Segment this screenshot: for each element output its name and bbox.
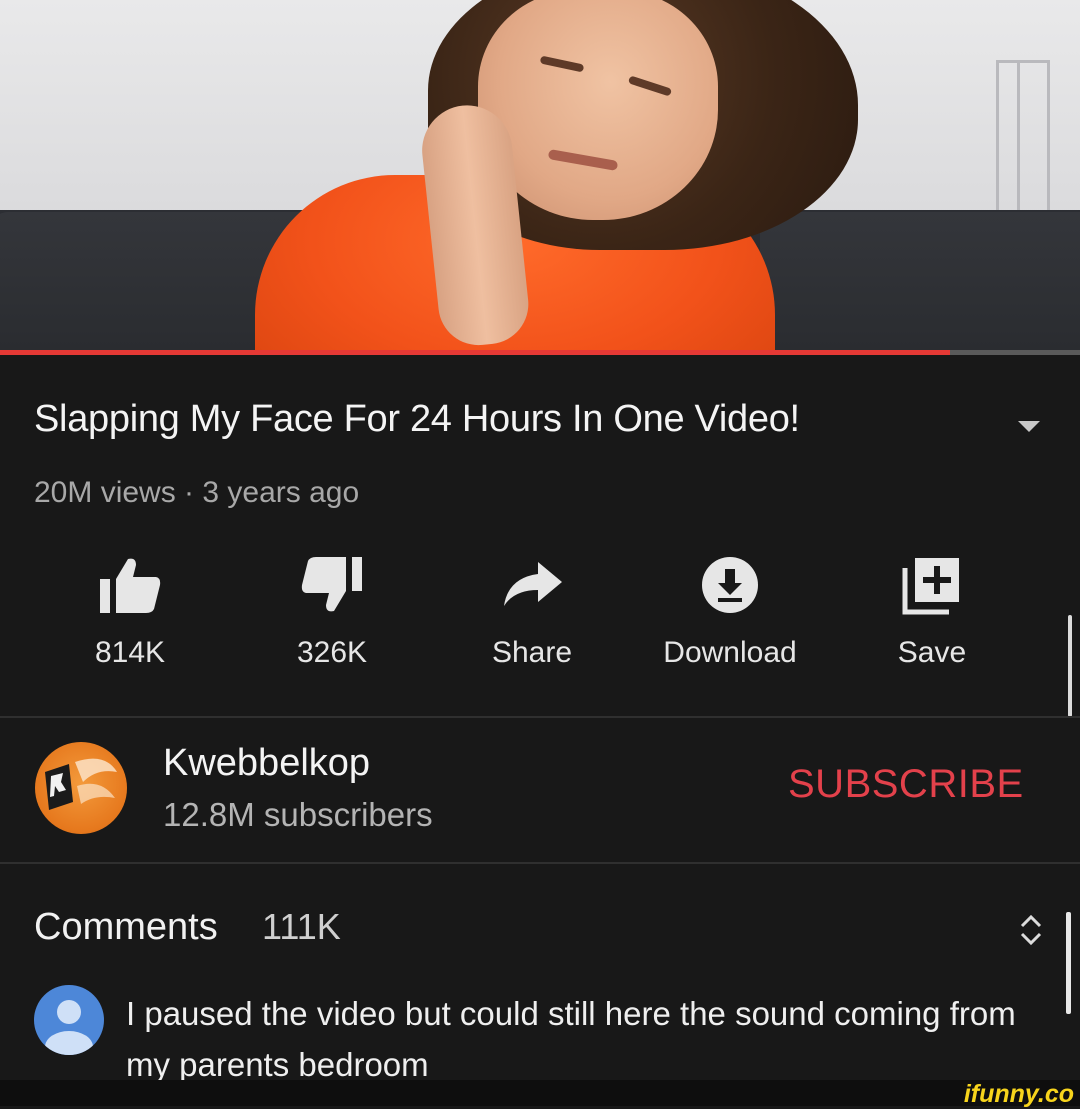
- share-icon: [447, 550, 617, 620]
- ifunny-watermark: ifunny.co: [963, 1080, 1074, 1108]
- scrollbar[interactable]: [1068, 615, 1072, 717]
- like-count: 814K: [94, 636, 166, 669]
- user-avatar[interactable]: [34, 985, 104, 1055]
- footer-bar: [0, 1080, 1080, 1106]
- mouth: [547, 148, 619, 172]
- dislike-button[interactable]: 326K: [247, 550, 417, 670]
- comments-heading[interactable]: Comments: [34, 906, 218, 949]
- download-icon: [645, 550, 815, 620]
- thumbs-down-icon: [247, 550, 417, 620]
- divider: [0, 862, 1080, 864]
- save-button[interactable]: Save: [847, 550, 1017, 670]
- video-meta: 20M views · 3 years ago: [34, 476, 360, 509]
- couch-cushion-right: [760, 212, 1080, 352]
- channel-avatar[interactable]: [35, 742, 127, 834]
- expand-comments-icon[interactable]: [1016, 912, 1046, 953]
- wall-rail: [996, 60, 1050, 213]
- save-label: Save: [897, 636, 967, 669]
- expand-description-icon[interactable]: [1018, 421, 1040, 432]
- video-player[interactable]: [0, 0, 1080, 352]
- comment-text: I paused the video but could still here …: [126, 995, 1016, 1083]
- kwebbelkop-logo-icon: [45, 758, 117, 810]
- video-title: Slapping My Face For 24 Hours In One Vid…: [34, 398, 800, 440]
- subscriber-count: 12.8M subscribers: [163, 796, 433, 833]
- like-button[interactable]: 814K: [45, 550, 215, 670]
- thumbs-up-icon: [45, 550, 215, 620]
- comments-count: 111K: [262, 906, 341, 947]
- divider: [0, 716, 1080, 718]
- download-label: Download: [663, 636, 797, 669]
- action-bar: 814K 326K Share Download Save: [0, 550, 1080, 680]
- save-playlist-icon: [847, 550, 1017, 620]
- right-eye: [627, 75, 673, 97]
- comments-scrollbar[interactable]: [1066, 912, 1071, 1014]
- share-button[interactable]: Share: [447, 550, 617, 670]
- left-eye: [539, 55, 585, 73]
- download-button[interactable]: Download: [645, 550, 815, 670]
- video-progress-fill: [0, 350, 951, 355]
- share-label: Share: [491, 636, 573, 669]
- default-user-icon: [45, 1000, 93, 1055]
- subscribe-button[interactable]: SUBSCRIBE: [788, 762, 1024, 807]
- dislike-count: 326K: [296, 636, 368, 669]
- channel-name[interactable]: Kwebbelkop: [163, 742, 370, 785]
- video-progress-bar[interactable]: [0, 350, 1080, 355]
